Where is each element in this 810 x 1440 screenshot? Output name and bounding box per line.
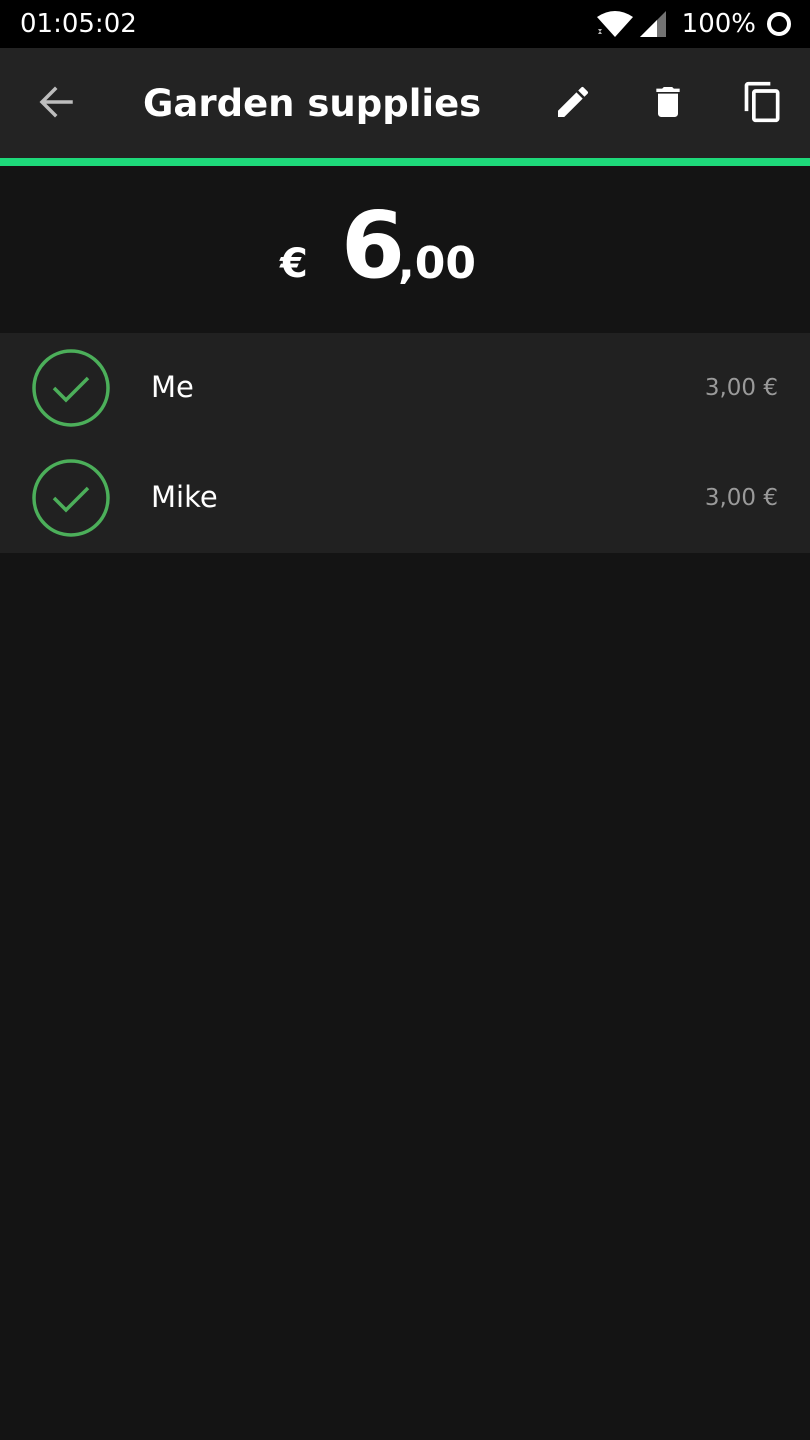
amount-integer: 6 <box>341 192 406 299</box>
signal-icon <box>639 11 666 37</box>
person-amount: 3,00 € <box>704 375 778 401</box>
toolbar: Garden supplies <box>0 48 810 158</box>
status-icons: 100% <box>596 8 792 40</box>
copy-button[interactable] <box>731 72 795 136</box>
person-name: Mike <box>151 480 218 514</box>
person-amount: 3,00 € <box>704 485 778 511</box>
battery-icon <box>766 11 792 37</box>
accent-line <box>0 158 810 166</box>
wifi-icon <box>596 11 634 37</box>
list-item[interactable]: Me 3,00 € <box>0 333 810 443</box>
check-circle-icon[interactable] <box>32 349 110 427</box>
battery-level: 100% <box>681 9 756 39</box>
pencil-icon <box>553 82 593 126</box>
amount-decimal: ,00 <box>398 238 476 289</box>
currency-symbol: € <box>280 241 308 287</box>
edit-button[interactable] <box>541 72 605 136</box>
page-title: Garden supplies <box>143 82 482 125</box>
status-time: 01:05:02 <box>20 9 137 39</box>
trash-icon <box>648 82 688 126</box>
check-circle-icon[interactable] <box>32 459 110 537</box>
list-item[interactable]: Mike 3,00 € <box>0 443 810 553</box>
total-amount: € 6 ,00 <box>0 166 810 333</box>
shares-list: Me 3,00 € Mike 3,00 € <box>0 333 810 553</box>
copy-icon <box>741 80 785 128</box>
status-bar: 01:05:02 100% <box>0 0 810 48</box>
person-name: Me <box>151 370 194 404</box>
delete-button[interactable] <box>636 72 700 136</box>
back-button[interactable] <box>24 72 88 136</box>
arrow-back-icon <box>38 84 74 124</box>
